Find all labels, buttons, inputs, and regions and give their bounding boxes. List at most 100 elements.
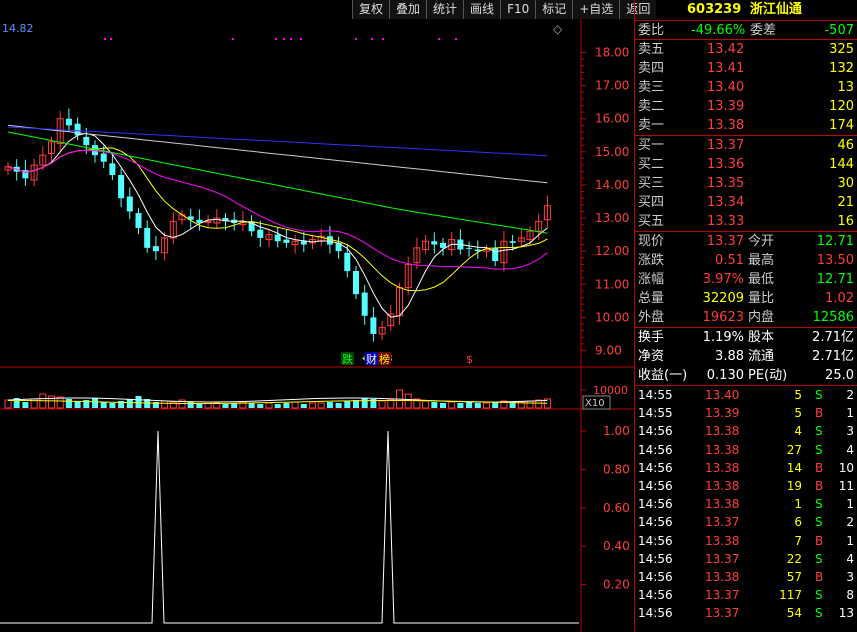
tick-count: 3 [846,424,854,439]
bid-row[interactable]: 买一 13.37 46 [635,136,857,155]
statistics-button[interactable]: 统计 [426,0,464,19]
event-tag: 跌 [342,352,353,366]
candle-body-down [274,234,281,242]
price-axis-label: 11.00 [595,277,629,291]
price-axis-label: 10.00 [595,310,629,324]
draw-line-button[interactable]: 画线 [463,0,501,19]
tick-side: B [815,533,824,548]
add-watchlist-button[interactable]: +自选 [572,0,620,19]
tick-time: 14:56 [638,424,673,439]
tick-price: 13.38 [705,569,740,584]
tick-side: S [815,497,823,512]
kline-chart-area[interactable]: 18.00 17.00 16.00 15.00 14.00 13.00 12.00 11.00… [0,19,634,632]
stat-row: 涨幅 3.97% 最低 12.71 [635,270,857,289]
overlay-button[interactable]: 叠加 [389,0,427,19]
weicha-label: 委差 [750,23,777,38]
ask-book: 卖五 13.42 325 卖四 13.41 132 卖三 13.40 13 卖二 13.39 120 卖… [635,39,857,135]
candle-body-down [283,239,290,243]
volume-bar-down [65,399,72,408]
event-marker [371,38,373,40]
volume-bar-down [109,403,116,408]
volume-bar-down [283,403,290,408]
candle-body-down [135,213,142,228]
tick-volume: 6 [794,515,802,530]
tick-price: 13.38 [705,460,740,475]
stat-label: 量比 [748,291,775,306]
tick-side: S [815,588,823,603]
fundamental-label: 流通 [748,349,775,364]
ask-row[interactable]: 卖四 13.41 132 [635,59,857,78]
stat-value: 12.71 [816,272,854,287]
kline-chart[interactable]: 18.00 17.00 16.00 15.00 14.00 13.00 12.00 11.00… [0,19,634,632]
volume-bar-up [309,402,316,409]
stock-code: 603239 [687,2,742,17]
ask-row[interactable]: 卖一 13.38 174 [635,116,857,135]
f10-button[interactable]: F10 [500,0,536,19]
tick-price: 13.40 [705,388,740,402]
tick-row: 14:56 13.38 14 B 10 [635,459,857,477]
volume-bar-up [448,401,456,409]
event-marker [290,38,292,40]
tick-time: 14:56 [638,442,673,457]
fundamental-value: 2.71亿 [812,330,854,345]
tick-price: 13.38 [705,424,740,439]
bid-volume: 21 [837,195,854,210]
stat-value: 32209 [702,291,744,306]
tick-side: S [815,515,823,530]
mark-button[interactable]: 标记 [535,0,573,19]
event-marker [455,38,457,40]
bid-price: 13.36 [707,157,745,172]
tick-side: S [815,388,823,402]
tick-price: 13.37 [705,515,740,530]
candle-body-down [326,236,333,245]
tick-time: 14:55 [638,406,673,421]
bid-volume: 16 [837,214,854,229]
ask-label: 卖四 [638,61,665,76]
fundamental-row: 收益(一) 0.130 PE(动) 25.0 [635,366,857,385]
ask-volume: 132 [829,61,854,76]
bid-row[interactable]: 买四 13.34 21 [635,193,857,212]
tick-volume: 7 [794,533,802,548]
candle-body-down [509,241,516,243]
tick-side: B [815,569,824,584]
bid-row[interactable]: 买五 13.33 16 [635,212,857,231]
bid-row[interactable]: 买三 13.35 30 [635,174,857,193]
fundamental-value: 2.71亿 [812,349,854,364]
ask-row[interactable]: 卖二 13.39 120 [635,97,857,116]
tick-count: 11 [838,478,854,493]
volume-bar-down [457,403,464,408]
tick-time: 14:56 [638,551,673,566]
tick-list[interactable]: 14:55 13.40 5 S 2 14:55 13.39 5 B 1 14:56 13.38 4 S 3 1… [635,385,857,622]
event-marker [382,38,384,40]
tick-row: 14:56 13.38 1 S 1 [635,495,857,513]
ask-row[interactable]: 卖五 13.42 325 [635,40,857,59]
tick-row: 14:56 13.38 27 S 4 [635,441,857,459]
ask-label: 卖五 [638,42,665,57]
stock-name: 浙江仙通 [749,2,802,17]
tick-count: 4 [846,551,854,566]
price-axis-label: 12.00 [595,244,629,258]
volume-bar-down [300,404,307,408]
ask-row[interactable]: 卖三 13.40 13 [635,78,857,97]
volume-bar-up [387,399,395,409]
tick-count: 1 [846,497,854,512]
fundamental-row: 换手 1.19% 股本 2.71亿 [635,328,857,347]
volume-bar-down [22,402,29,408]
candle-body-down [100,153,107,162]
tick-side: S [815,606,823,621]
indicator-axis-label: 0.60 [603,501,630,515]
ask-price: 13.41 [707,61,745,76]
weibi-label: 委比 [638,23,665,38]
candle-body-down [370,317,377,334]
candle-body-down [431,241,438,245]
candle-body-down [440,242,446,248]
tick-count: 1 [846,406,854,421]
tick-row: 14:56 13.37 22 S 4 [635,550,857,568]
stat-row: 总量 32209 量比 1.02 [635,289,857,308]
volume-bar-up [161,400,169,409]
event-marker [283,38,285,40]
restore-rights-button[interactable]: 复权 [352,0,390,19]
bid-row[interactable]: 买二 13.36 144 [635,155,857,174]
ma10-line [7,147,548,292]
stat-label: 涨跌 [638,253,665,268]
